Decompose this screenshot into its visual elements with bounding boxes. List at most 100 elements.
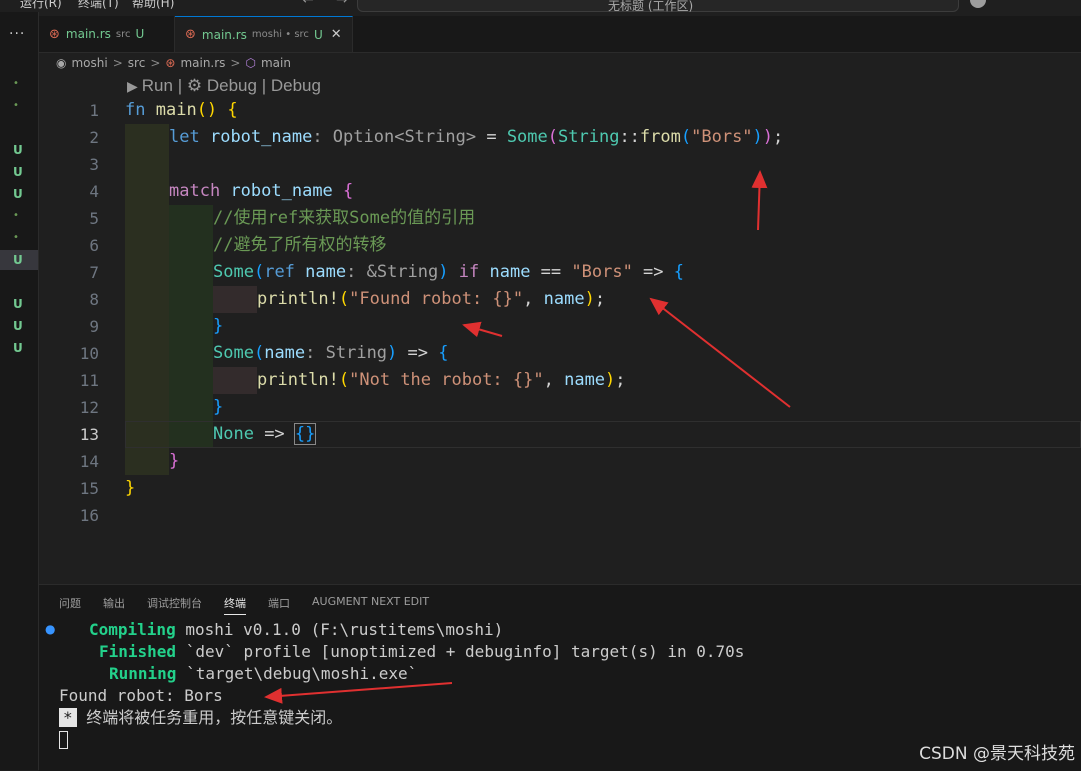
- code-line-15: }: [125, 478, 136, 498]
- codelens-sep: |: [261, 76, 267, 95]
- code-line-11: println!("Not the robot: {}", name);: [257, 370, 626, 390]
- line-number: 9: [89, 317, 99, 336]
- untracked-badge-selected[interactable]: U: [0, 250, 38, 270]
- untracked-badge[interactable]: U: [0, 140, 38, 160]
- run-icon: ▶: [127, 78, 138, 94]
- tab-problems[interactable]: 问题: [59, 595, 81, 615]
- line-number: 1: [89, 101, 99, 120]
- indent-guide: [125, 394, 169, 421]
- line-number: 3: [89, 155, 99, 174]
- back-arrow-icon[interactable]: ←: [302, 0, 314, 8]
- untracked-badge[interactable]: U: [0, 162, 38, 182]
- gear-icon: ⚙: [186, 76, 203, 95]
- indent-guide: [125, 151, 169, 178]
- breadcrumb: ◉ moshi > src > ⊛ main.rs > ⬡ main: [56, 53, 291, 73]
- title-bar: 运行(R) 终端(T) 帮助(H) ← → 无标题 (工作区): [0, 0, 1081, 12]
- indent-guide: [169, 286, 213, 313]
- tab-debug-console[interactable]: 调试控制台: [147, 595, 202, 615]
- breadcrumb-folder[interactable]: src: [128, 56, 146, 70]
- rust-file-icon: ⊛: [49, 26, 60, 42]
- close-icon[interactable]: ✕: [331, 27, 342, 42]
- tab-description: moshi • src: [251, 29, 309, 40]
- line-number: 11: [79, 371, 99, 390]
- indent-guide: [125, 367, 169, 394]
- indent-guide: [125, 232, 169, 259]
- line-number: 7: [89, 263, 99, 282]
- symbol-cube-icon: ⬡: [245, 56, 256, 70]
- code-line-8: println!("Found robot: {}", name);: [257, 289, 606, 309]
- terminal-status-dot-icon: ●: [45, 622, 56, 636]
- tab-output[interactable]: 输出: [103, 595, 125, 615]
- terminal-line: Running `target\debug\moshi.exe`: [109, 664, 418, 683]
- indent-guide: [125, 448, 169, 475]
- code-line-9: }: [213, 316, 224, 336]
- codelens-run[interactable]: Run: [142, 76, 173, 95]
- code-line-12: }: [213, 397, 224, 417]
- codelens-debug-alt[interactable]: Debug: [271, 76, 321, 95]
- tab-terminal[interactable]: 终端: [224, 595, 246, 615]
- tab-description: src: [115, 28, 131, 40]
- line-number: 12: [79, 398, 99, 417]
- line-number-current: 13: [79, 425, 99, 444]
- untracked-badge[interactable]: U: [0, 184, 38, 204]
- breadcrumb-separator: >: [150, 56, 161, 70]
- indent-guide: [125, 124, 169, 151]
- line-number: 14: [79, 452, 99, 471]
- modified-dot: •: [13, 78, 19, 89]
- menu-help[interactable]: 帮助(H): [132, 0, 174, 11]
- line-number: 8: [89, 290, 99, 309]
- breadcrumb-separator: >: [112, 56, 123, 70]
- tab-main-rs-src[interactable]: ⊛ main.rs src U: [39, 16, 175, 52]
- indent-guide: [169, 367, 213, 394]
- indent-guide: [213, 367, 257, 394]
- untracked-badge[interactable]: U: [0, 316, 38, 336]
- terminal-line: Compiling moshi v0.1.0 (F:\rustitems\mos…: [89, 620, 504, 639]
- tab-main-rs-moshi[interactable]: ⊛ main.rs moshi • src U ✕: [175, 16, 353, 52]
- line-number: 6: [89, 236, 99, 255]
- indent-guide: [125, 205, 169, 232]
- code-line-7: Some(ref name: &String) if name == "Bors…: [213, 262, 685, 282]
- line-number: 2: [89, 128, 99, 147]
- forward-arrow-icon[interactable]: →: [336, 0, 348, 8]
- indent-guide: [125, 259, 169, 286]
- modified-dot: •: [13, 210, 19, 221]
- code-line-13: None => {}: [213, 423, 317, 445]
- code-line-14: }: [169, 451, 180, 471]
- untracked-badge[interactable]: U: [0, 294, 38, 314]
- breadcrumb-file[interactable]: main.rs: [180, 56, 225, 70]
- indent-guide: [169, 313, 213, 340]
- indent-guide: [169, 259, 213, 286]
- editor-tabs: ⊛ main.rs src U ⊛ main.rs moshi • src U …: [39, 16, 1081, 53]
- indent-guide: [213, 286, 257, 313]
- account-icon[interactable]: [970, 0, 986, 8]
- code-line-2: let robot_name: Option<String> = Some(St…: [169, 127, 784, 147]
- tab-augment-next-edit[interactable]: AUGMENT NEXT EDIT: [312, 595, 429, 615]
- untracked-badge[interactable]: U: [0, 338, 38, 358]
- indent-guide: [169, 232, 213, 259]
- indent-guide: [169, 205, 213, 232]
- panel-tabs: 问题 输出 调试控制台 终端 端口 AUGMENT NEXT EDIT: [59, 595, 429, 615]
- line-number: 15: [79, 479, 99, 498]
- code-line-4: match robot_name {: [169, 181, 354, 201]
- line-number: 5: [89, 209, 99, 228]
- task-star: *: [59, 708, 77, 727]
- more-actions-icon[interactable]: ···: [9, 26, 25, 42]
- codelens-debug[interactable]: Debug: [207, 76, 257, 95]
- terminal-line: Finished `dev` profile [unoptimized + de…: [99, 642, 745, 661]
- indent-guide: [169, 340, 213, 367]
- breadcrumb-symbol[interactable]: main: [261, 56, 291, 70]
- tab-label: main.rs: [65, 27, 111, 41]
- command-center[interactable]: 无标题 (工作区): [357, 0, 959, 12]
- code-editor[interactable]: ▶ Run | ⚙ Debug | Debug 1 2 3 4 5 6 7 8 9…: [39, 74, 1081, 584]
- indent-guide: [125, 286, 169, 313]
- line-number: 16: [79, 506, 99, 525]
- menu-terminal[interactable]: 终端(T): [78, 0, 119, 11]
- codelens: ▶ Run | ⚙ Debug | Debug: [127, 76, 321, 96]
- breadcrumb-separator: >: [230, 56, 241, 70]
- tab-label: main.rs: [201, 27, 247, 42]
- breadcrumb-root[interactable]: moshi: [71, 56, 107, 70]
- tab-ports[interactable]: 端口: [268, 595, 290, 615]
- menu-run[interactable]: 运行(R): [20, 0, 62, 11]
- code-line-6: //避免了所有权的转移: [213, 235, 387, 255]
- terminal-output: Found robot: Bors: [59, 686, 223, 705]
